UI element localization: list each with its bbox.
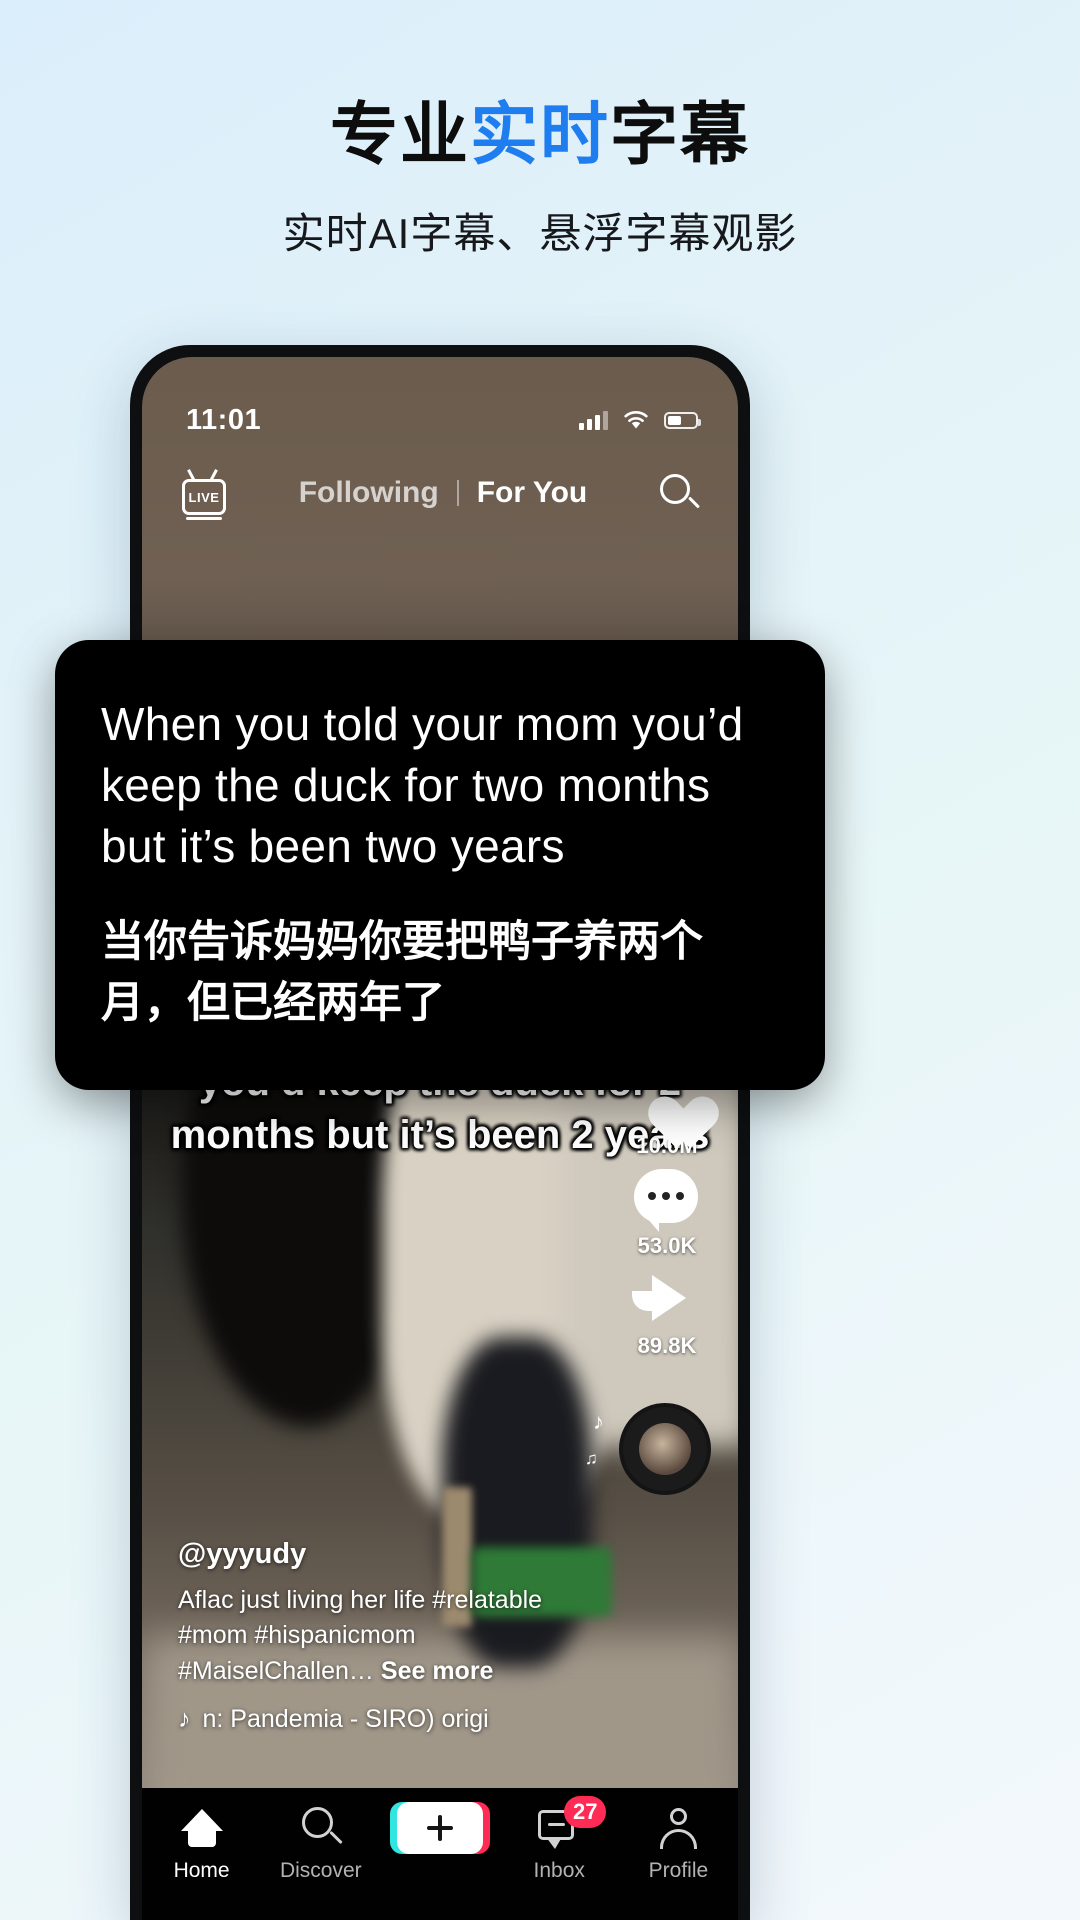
floating-subtitle-card[interactable]: When you told your mom you’d keep the du… [55, 640, 825, 1090]
bottom-tab-bar: Home Discover 27 Inbox Profile [142, 1788, 738, 1920]
cellular-signal-icon [579, 410, 608, 430]
tab-inbox[interactable]: 27 Inbox [500, 1796, 619, 1883]
tab-profile[interactable]: Profile [619, 1806, 738, 1883]
page-title-part2: 字幕 [610, 97, 751, 173]
post-description: Aflac just living her life #relatable #m… [178, 1583, 608, 1690]
comment-button[interactable]: 53.0K [634, 1169, 700, 1259]
tab-home-label: Home [173, 1859, 230, 1882]
tab-home[interactable]: Home [142, 1806, 261, 1883]
tab-following[interactable]: Following [299, 476, 439, 510]
tab-profile-label: Profile [648, 1859, 709, 1882]
tab-discover[interactable]: Discover [261, 1806, 380, 1883]
music-note-icon: ♪ [593, 1409, 604, 1434]
battery-icon [664, 411, 701, 429]
see-more-link[interactable]: See more [381, 1657, 494, 1685]
tab-inbox-label: Inbox [533, 1859, 585, 1882]
feed-tabs: Following For You [230, 476, 656, 510]
subtitle-english: When you told your mom you’d keep the du… [101, 698, 744, 873]
promo-header: 专业实时字幕 实时AI字幕、悬浮字幕观影 [0, 96, 1080, 261]
top-navigation: LIVE Following For You [142, 453, 738, 533]
phone-screen: 11:01 LIVE Following For You months but … [142, 357, 738, 1920]
music-note-icon: ♪ [178, 1705, 191, 1733]
status-bar: 11:01 [142, 357, 738, 449]
phone-mockup: 11:01 LIVE Following For You months but … [130, 345, 750, 1920]
page-title-part1: 专业 [329, 97, 470, 173]
music-note-icon-small: ♫ [585, 1449, 598, 1468]
status-clock: 11:01 [186, 403, 262, 436]
tab-divider [456, 480, 459, 506]
person-icon [658, 1808, 698, 1849]
share-count: 89.8K [637, 1333, 697, 1358]
creator-username[interactable]: @yyyudy [178, 1538, 608, 1571]
search-icon [300, 1807, 343, 1849]
live-label: LIVE [188, 489, 220, 505]
inbox-badge: 27 [564, 1796, 607, 1828]
post-info: @yyyudy Aflac just living her life #rela… [178, 1538, 608, 1735]
tab-create[interactable] [380, 1802, 499, 1859]
comment-icon [634, 1169, 700, 1232]
tab-for-you[interactable]: For You [477, 476, 588, 510]
page-title-highlight: 实时 [469, 97, 610, 173]
page-title: 专业实时字幕 [0, 96, 1080, 174]
comment-count: 53.0K [637, 1233, 697, 1258]
music-disc[interactable]: ♪ ♫ [585, 1403, 715, 1499]
live-icon[interactable]: LIVE [178, 469, 230, 520]
create-plus-icon[interactable] [397, 1802, 483, 1854]
tab-discover-label: Discover [279, 1859, 362, 1882]
music-row[interactable]: ♪ n: Pandemia - SIRO) origi [178, 1705, 608, 1734]
music-title: n: Pandemia - SIRO) origi [202, 1705, 489, 1733]
share-arrow-icon [632, 1269, 702, 1331]
home-icon [180, 1809, 223, 1847]
page-subtitle: 实时AI字幕、悬浮字幕观影 [282, 210, 798, 258]
share-button[interactable]: 89.8K [632, 1269, 702, 1359]
wifi-icon [624, 411, 648, 429]
search-icon[interactable] [656, 470, 702, 516]
subtitle-chinese: 当你告诉妈妈你要把鸭子养两个月，但已经两年了 [101, 917, 703, 1027]
